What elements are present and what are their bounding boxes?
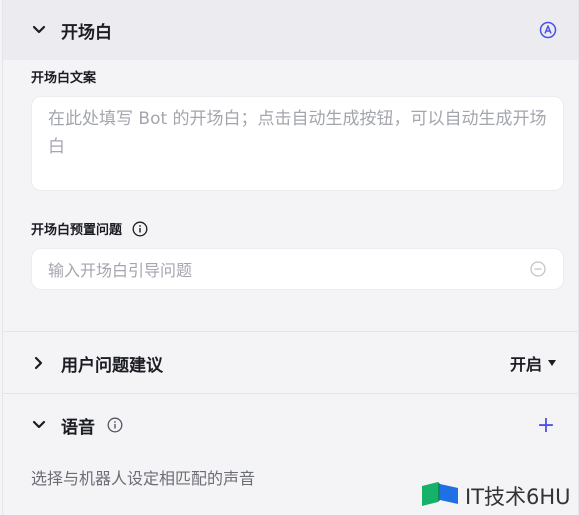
voice-hint: 选择与机器人设定相匹配的声音 <box>31 469 256 488</box>
remove-circle-icon[interactable] <box>529 260 547 278</box>
preset-question-placeholder: 输入开场白引导问题 <box>48 261 193 280</box>
caret-down-icon <box>548 360 556 366</box>
suggestions-section-title: 用户问题建议 <box>61 355 163 376</box>
preset-questions-label: 开场白预置问题 <box>31 219 148 238</box>
info-icon[interactable] <box>107 417 123 433</box>
watermark-text: IT技术6HU <box>465 485 571 509</box>
voice-section-title: 语音 <box>61 417 95 438</box>
chevron-down-icon[interactable] <box>31 417 47 433</box>
wechat-logo-icon <box>421 480 459 512</box>
opening-section-header[interactable]: 开场白 <box>3 0 578 60</box>
watermark: IT技术6HU <box>421 480 571 512</box>
opening-text-label-text: 开场白文案 <box>31 71 97 86</box>
add-voice-button[interactable]: + <box>536 413 556 438</box>
chevron-right-icon[interactable] <box>31 355 47 371</box>
suggestions-toggle-dropdown[interactable]: 开启 <box>510 351 556 375</box>
voice-section-header[interactable]: 语音 + <box>3 395 578 455</box>
preset-question-input[interactable]: 输入开场白引导问题 <box>31 248 564 290</box>
divider <box>3 331 578 332</box>
suggestions-section-header[interactable]: 用户问题建议 开启 <box>3 333 578 393</box>
opening-text-placeholder: 在此处填写 Bot 的开场白；点击自动生成按钮，可以自动生成开场白 <box>48 109 547 157</box>
opening-text-field[interactable]: 在此处填写 Bot 的开场白；点击自动生成按钮，可以自动生成开场白 <box>31 96 564 191</box>
bot-settings-panel: 开场白 开场白文案 在此处填写 Bot 的开场白；点击自动生成按钮，可以自动生成… <box>2 0 579 515</box>
opening-text-label: 开场白文案 <box>31 67 96 86</box>
auto-generate-icon[interactable] <box>538 20 558 40</box>
chevron-down-icon[interactable] <box>31 22 47 38</box>
info-icon[interactable] <box>132 221 148 237</box>
suggestions-toggle-value: 开启 <box>509 355 542 374</box>
preset-questions-label-text: 开场白预置问题 <box>31 223 123 238</box>
divider <box>3 393 578 394</box>
opening-section-title: 开场白 <box>61 22 112 43</box>
